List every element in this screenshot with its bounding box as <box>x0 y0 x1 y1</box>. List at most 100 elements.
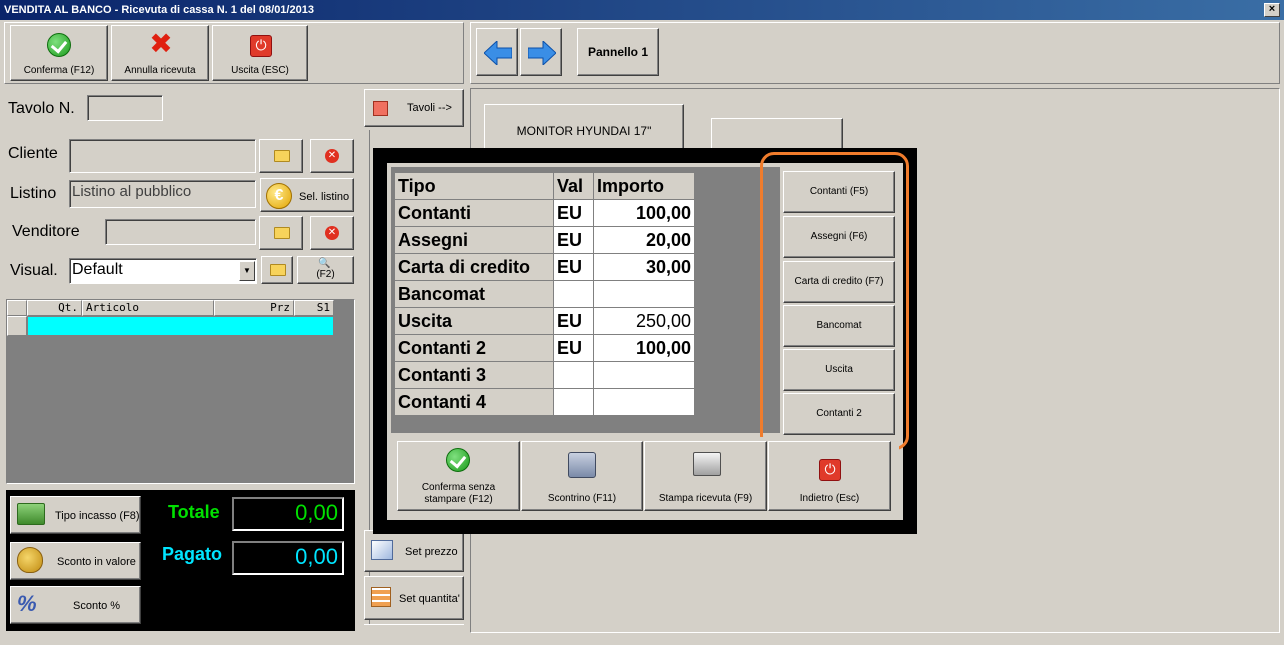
grid-corner <box>7 300 27 316</box>
row-importo[interactable] <box>593 361 695 389</box>
row-importo[interactable]: 100,00 <box>593 199 695 227</box>
tavoli-label: Tavoli --> <box>407 102 452 114</box>
row-importo[interactable]: 30,00 <box>593 253 695 281</box>
delete-icon: ✕ <box>325 226 339 240</box>
row-importo[interactable]: 100,00 <box>593 334 695 362</box>
row-val: EU <box>553 307 594 335</box>
prev-button[interactable] <box>476 28 518 76</box>
sconto-percent-button[interactable]: % Sconto % <box>10 586 141 624</box>
table-icon <box>373 101 388 116</box>
row-tipo: Contanti <box>394 199 554 227</box>
cliente-input[interactable] <box>69 139 256 173</box>
totale-label: Totale <box>168 502 220 522</box>
row-tipo: Contanti 3 <box>394 361 554 389</box>
exit-button[interactable]: ⏻ Uscita (ESC) <box>212 25 308 81</box>
row-importo[interactable]: 20,00 <box>593 226 695 254</box>
cliente-clear-button[interactable]: ✕ <box>310 139 354 173</box>
table-row[interactable]: Assegni EU 20,00 <box>394 226 695 254</box>
stampa-ricevuta-label: Stampa ricevuta (F9) <box>658 493 753 504</box>
venditore-clear-button[interactable]: ✕ <box>310 216 354 250</box>
indietro-button[interactable]: ⏻ Indietro (Esc) <box>768 441 891 511</box>
set-quantita-button[interactable]: Set quantita' <box>364 576 464 620</box>
percent-icon: % <box>17 591 37 616</box>
chevron-down-icon[interactable]: ▼ <box>239 261 255 281</box>
checkmark-icon <box>446 448 470 472</box>
venditore-browse-button[interactable] <box>259 216 303 250</box>
pagato-label: Pagato <box>162 544 223 564</box>
totale-display: 0,00 <box>232 497 344 531</box>
folder-icon <box>274 227 290 239</box>
middle-column-bottom <box>364 624 464 632</box>
cash-register-icon <box>568 452 596 478</box>
cliente-browse-button[interactable] <box>259 139 303 173</box>
confirm-no-print-line1: Conferma senza <box>421 482 496 493</box>
exit-label: Uscita (ESC) <box>231 65 289 76</box>
arrow-right-icon <box>528 41 556 65</box>
row-val: EU <box>553 334 594 362</box>
table-row[interactable]: Contanti 3 <box>394 361 695 389</box>
row-tipo: Uscita <box>394 307 554 335</box>
next-button[interactable] <box>520 28 562 76</box>
cancel-receipt-button[interactable]: ✖ Annulla ricevuta <box>111 25 209 81</box>
grid-plus-icon <box>371 587 391 607</box>
tavolo-input[interactable] <box>87 95 163 121</box>
delete-icon: ✕ <box>325 149 339 163</box>
visual-browse-button[interactable] <box>261 256 293 284</box>
visual-select[interactable]: Default ▼ <box>69 258 257 284</box>
row-importo[interactable] <box>593 280 695 308</box>
price-tag-icon <box>371 540 393 560</box>
row-importo[interactable] <box>593 388 695 416</box>
confirm-button[interactable]: Conferma (F12) <box>10 25 108 81</box>
visual-label: Visual. <box>10 262 58 279</box>
row-val: EU <box>553 253 594 281</box>
table-row[interactable]: Contanti 4 <box>394 388 695 416</box>
sel-listino-button[interactable]: € Sel. listino <box>260 178 354 212</box>
row-importo[interactable]: 250,00 <box>593 307 695 335</box>
search-f2-button[interactable]: 🔍 (F2) <box>297 256 354 284</box>
stampa-ricevuta-button[interactable]: Stampa ricevuta (F9) <box>644 441 767 511</box>
folder-icon <box>274 150 290 162</box>
set-prezzo-button[interactable]: Set prezzo <box>364 530 464 572</box>
panel-1-button[interactable]: Pannello 1 <box>577 28 659 76</box>
sconto-valore-button[interactable]: Sconto in valore <box>10 542 141 580</box>
header-val: Val <box>553 172 594 200</box>
product-label: MONITOR HYUNDAI 17" <box>516 124 652 138</box>
table-row[interactable]: Bancomat <box>394 280 695 308</box>
money-bag-icon <box>17 547 43 573</box>
table-row[interactable] <box>27 316 334 336</box>
table-row[interactable]: Carta di credito EU 30,00 <box>394 253 695 281</box>
items-grid[interactable]: Qt. Articolo Prz S1 <box>6 299 355 484</box>
checkmark-icon <box>47 33 71 57</box>
set-prezzo-label: Set prezzo <box>405 546 458 558</box>
cancel-label: Annulla ricevuta <box>124 65 196 76</box>
venditore-input[interactable] <box>105 219 256 245</box>
money-icon <box>17 503 45 525</box>
power-icon: ⏻ <box>250 35 272 57</box>
pagato-display: 0,00 <box>232 541 344 575</box>
tavoli-button[interactable]: Tavoli --> <box>364 89 464 127</box>
col-qt[interactable]: Qt. <box>27 300 82 316</box>
tipo-incasso-button[interactable]: Tipo incasso (F8) <box>10 496 141 534</box>
table-row[interactable]: Contanti 2 EU 100,00 <box>394 334 695 362</box>
header-tipo: Tipo <box>394 172 554 200</box>
power-icon: ⏻ <box>819 459 841 481</box>
indietro-label: Indietro (Esc) <box>799 493 860 504</box>
col-prz[interactable]: Prz <box>214 300 294 316</box>
row-tipo: Carta di credito <box>394 253 554 281</box>
euro-coin-icon: € <box>266 183 292 209</box>
scontrino-button[interactable]: Scontrino (F11) <box>521 441 643 511</box>
printer-icon <box>693 452 721 476</box>
col-articolo[interactable]: Articolo <box>82 300 214 316</box>
listino-input[interactable]: Listino al pubblico <box>69 180 256 208</box>
scontrino-label: Scontrino (F11) <box>547 493 617 504</box>
table-row[interactable]: Contanti EU 100,00 <box>394 199 695 227</box>
confirm-no-print-button[interactable]: Conferma senza stampare (F12) <box>397 441 520 511</box>
row-val: EU <box>553 199 594 227</box>
table-row[interactable]: Uscita EU 250,00 <box>394 307 695 335</box>
row-tipo: Contanti 4 <box>394 388 554 416</box>
listino-label: Listino <box>10 185 57 202</box>
row-val: EU <box>553 226 594 254</box>
col-s1[interactable]: S1 <box>294 300 334 316</box>
close-icon[interactable]: × <box>1264 3 1280 17</box>
payment-table[interactable]: Tipo Val Importo Contanti EU 100,00 Asse… <box>394 172 695 416</box>
